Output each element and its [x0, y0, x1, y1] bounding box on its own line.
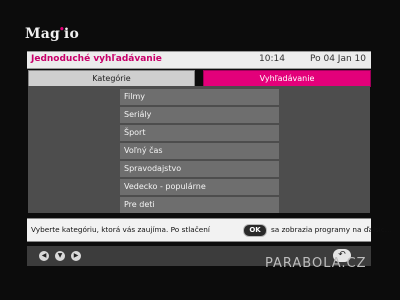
page-title: Jednoduché vyhľadávanie [31, 54, 162, 64]
date: Po 04 Jan 10 [310, 54, 366, 64]
tab-categories[interactable]: Kategórie [28, 70, 195, 87]
help-message-bar: Vyberte kategóriu, ktorá vás zaujíma. Po… [27, 218, 392, 242]
category-item-volny-cas[interactable]: Voľný čas [120, 143, 279, 159]
magio-logo: Mag•io [25, 25, 79, 42]
down-arrow-icon: ▼ [55, 251, 65, 261]
category-list: Filmy Seriály Šport Voľný čas Spravodajs… [120, 89, 279, 215]
help-text-part1: Vyberte kategóriu, ktorá vás zaujíma. Po… [31, 225, 210, 234]
right-arrow-icon: ▶ [71, 251, 81, 261]
category-item-sport[interactable]: Šport [120, 125, 279, 141]
category-item-serialy[interactable]: Seriály [120, 107, 279, 123]
ok-button-icon: OK [243, 224, 267, 237]
left-arrow-icon: ◀ [39, 251, 49, 261]
category-item-spravodajstvo[interactable]: Spravodajstvo [120, 161, 279, 177]
category-item-pre-deti[interactable]: Pre deti [120, 197, 279, 213]
help-text-part2: sa zobrazia programy na ďalšíc... [271, 225, 392, 234]
title-bar: Jednoduché vyhľadávanie 10:14 Po 04 Jan … [27, 51, 371, 69]
category-item-filmy[interactable]: Filmy [120, 89, 279, 105]
watermark: PARABOLA.CZ [265, 256, 367, 271]
tab-search[interactable]: Vyhľadávanie [203, 70, 371, 87]
clock: 10:14 [259, 54, 285, 64]
category-item-vedecko-popularne[interactable]: Vedecko - populárne [120, 179, 279, 195]
